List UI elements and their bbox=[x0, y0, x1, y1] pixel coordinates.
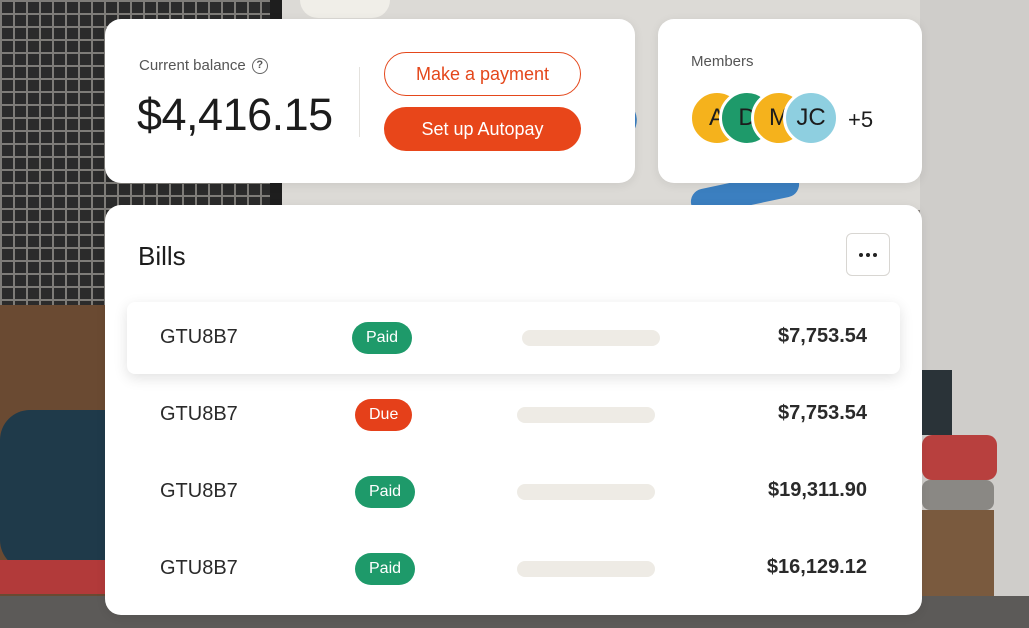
loading-placeholder bbox=[517, 484, 655, 500]
bill-amount: $16,129.12 bbox=[766, 556, 867, 578]
make-payment-button[interactable]: Make a payment bbox=[384, 52, 581, 96]
balance-amount: $4,416.15 bbox=[137, 89, 333, 140]
bill-row[interactable]: GTU8B7 Due $7,753.54 bbox=[127, 379, 900, 451]
more-options-button[interactable] bbox=[846, 233, 890, 276]
loading-placeholder bbox=[517, 407, 655, 423]
bill-amount: $7,753.54 bbox=[778, 402, 867, 424]
setup-autopay-button[interactable]: Set up Autopay bbox=[384, 107, 581, 151]
members-label: Members bbox=[691, 53, 754, 70]
status-badge: Paid bbox=[355, 553, 416, 585]
background-cushion bbox=[0, 560, 105, 594]
bill-id: GTU8B7 bbox=[160, 557, 238, 579]
bill-amount: $7,753.54 bbox=[778, 325, 867, 347]
ellipsis-icon bbox=[859, 252, 877, 257]
status-badge: Paid bbox=[352, 322, 413, 354]
balance-label: Current balance bbox=[139, 57, 246, 74]
background-paper bbox=[300, 0, 390, 18]
bills-card: Bills GTU8B7 Paid $7,753.54 GTU8B7 Due $7,753… bbox=[105, 205, 922, 615]
members-card: Members A D M JC +5 bbox=[658, 19, 922, 183]
background-pillow bbox=[922, 480, 994, 510]
background-pillow bbox=[922, 435, 997, 480]
bill-row[interactable]: GTU8B7 Paid $19,311.90 bbox=[127, 456, 900, 528]
avatar[interactable]: JC bbox=[783, 90, 839, 146]
bill-amount: $19,311.90 bbox=[768, 479, 867, 501]
bill-row[interactable]: GTU8B7 Paid $16,129.12 bbox=[127, 533, 900, 605]
question-circle-icon[interactable]: ? bbox=[251, 57, 268, 74]
bill-id: GTU8B7 bbox=[160, 403, 238, 425]
balance-card: Current balance ? $4,416.15 Make a payme… bbox=[105, 19, 635, 183]
background-object bbox=[922, 370, 952, 435]
status-badge: Paid bbox=[355, 476, 416, 508]
more-members-count[interactable]: +5 bbox=[848, 107, 873, 133]
balance-label-row: Current balance ? bbox=[139, 57, 268, 74]
bill-id: GTU8B7 bbox=[160, 326, 238, 348]
divider bbox=[359, 67, 360, 137]
background-couch bbox=[0, 410, 105, 570]
bill-row[interactable]: GTU8B7 Paid $7,753.54 bbox=[127, 302, 900, 374]
bill-id: GTU8B7 bbox=[160, 480, 238, 502]
loading-placeholder bbox=[517, 561, 655, 577]
bills-title: Bills bbox=[138, 241, 186, 271]
loading-placeholder bbox=[522, 330, 660, 346]
status-badge: Due bbox=[355, 399, 413, 431]
background-shelf bbox=[922, 510, 994, 600]
